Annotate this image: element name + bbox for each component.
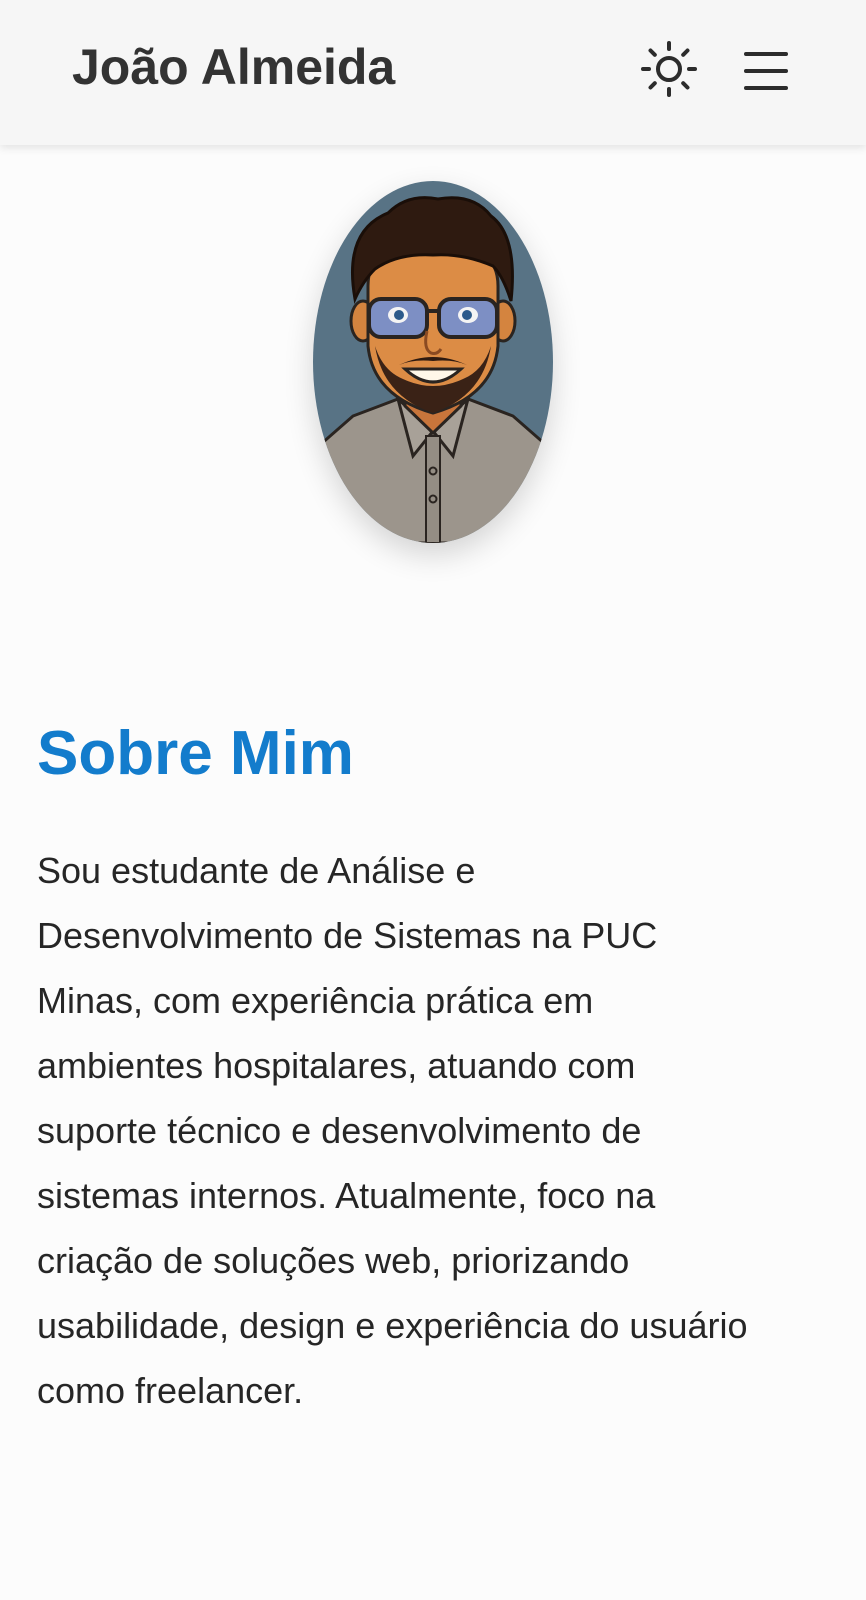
- menu-button[interactable]: [743, 48, 789, 94]
- theme-toggle-button[interactable]: [640, 40, 698, 98]
- profile-avatar: [313, 181, 553, 543]
- sun-icon: [641, 41, 697, 97]
- top-navbar: João Almeida: [0, 0, 866, 145]
- about-title: Sobre Mim: [37, 719, 354, 788]
- hamburger-menu-icon: [744, 52, 788, 90]
- avatar-illustration: [313, 181, 553, 543]
- site-brand[interactable]: João Almeida: [72, 38, 395, 96]
- about-section: Sobre Mim Sou estudante de Análise e Des…: [37, 718, 817, 1423]
- about-description: Sou estudante de Análise e Desenvolvimen…: [37, 850, 748, 1411]
